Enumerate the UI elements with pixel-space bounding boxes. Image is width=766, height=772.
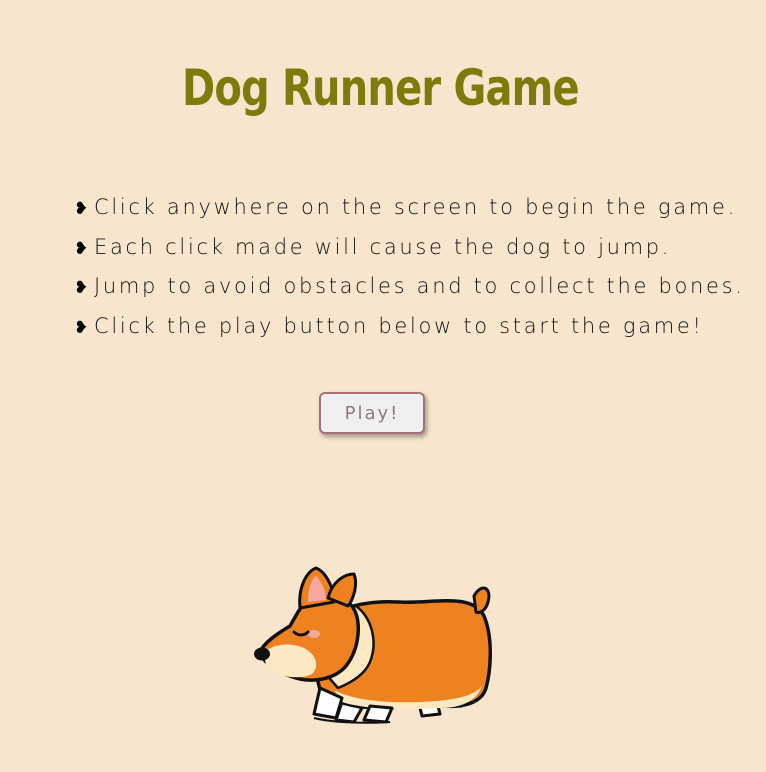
instruction-item: ❥ Jump to avoid obstacles and to collect … (74, 267, 745, 307)
instruction-item: ❥ Each click made will cause the dog to j… (74, 228, 745, 268)
corgi-dog-sprite (254, 566, 493, 724)
instruction-text: Each click made will cause the dog to ju… (94, 234, 672, 259)
instruction-text: Click the play button below to start the… (94, 313, 704, 338)
page-title: Dog Runner Game (182, 59, 580, 117)
instructions-list: ❥ Click anywhere on the screen to begin t… (74, 188, 745, 346)
heart-bullet-icon: ❥ (74, 199, 89, 219)
instruction-item: ❥ Click the play button below to start th… (74, 307, 745, 347)
instruction-text: Jump to avoid obstacles and to collect t… (94, 274, 745, 298)
play-button[interactable]: Play! (319, 392, 425, 434)
heart-bullet-icon: ❥ (74, 317, 89, 338)
heart-bullet-icon: ❥ (74, 278, 89, 298)
instruction-item: ❥ Click anywhere on the screen to begin t… (74, 188, 745, 228)
heart-bullet-icon: ❥ (74, 238, 89, 259)
instruction-text: Click anywhere on the screen to begin th… (94, 195, 737, 219)
